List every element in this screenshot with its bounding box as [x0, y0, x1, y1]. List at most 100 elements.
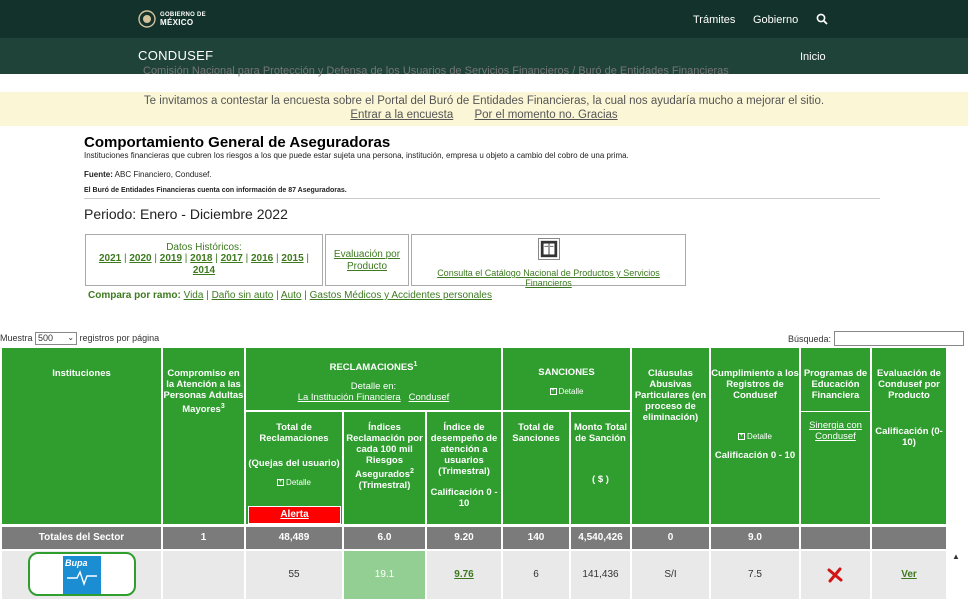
cell-evaluacion: Ver [872, 551, 946, 599]
th-monto-label: Monto Total de Sanción [573, 422, 628, 444]
th-reclamaciones-group: RECLAMACIONES1 Detalle en: La Institució… [246, 348, 501, 410]
footnote-ref: 1 [413, 361, 418, 368]
th-quejas-label: (Quejas del usuario) [248, 458, 340, 469]
year-link[interactable]: 2014 [193, 265, 215, 276]
th-indices[interactable]: Índices Reclamación por cada 100 mil Rie… [344, 412, 425, 524]
ramo-auto[interactable]: Auto [281, 290, 302, 301]
th-cumplimiento[interactable]: Cumplimiento a los Registros de Condusef… [711, 348, 799, 524]
fuente-value: ABC Financiero, Condusef. [114, 170, 212, 179]
gobierno-mexico-logo[interactable]: GOBIERNO DE MÉXICO [138, 10, 206, 28]
th-pesos-label: ( $ ) [592, 474, 609, 485]
sinergia-link[interactable]: Sinergia con Condusef [809, 420, 862, 442]
nav-inicio[interactable]: Inicio [800, 51, 826, 63]
cell-reclamaciones: 55 [246, 551, 342, 599]
page-description: Instituciones financieras que cubren los… [84, 151, 629, 160]
th-cumplimiento-label: Cumplimiento a los Registros de Condusef [711, 368, 799, 401]
th-evaluacion-label: Evaluación de Condusef por Producto [877, 368, 941, 401]
totals-programas [801, 527, 870, 549]
th-clausulas[interactable]: Cláusulas Abusivas Particulares (en proc… [632, 348, 709, 524]
th-evaluacion[interactable]: Evaluación de Condusef por Producto Cali… [872, 348, 946, 524]
page-title: Comportamiento General de Aseguradoras [84, 134, 391, 151]
link-institucion-financiera[interactable]: La Institución Financiera [298, 392, 401, 403]
link-condusef[interactable]: Condusef [409, 392, 450, 403]
compara-label: Compara por ramo: [88, 290, 181, 301]
cross-icon [827, 567, 843, 583]
chevron-down-icon: ⌄ [67, 333, 75, 342]
th-instituciones[interactable]: Instituciones [2, 348, 161, 524]
year-link[interactable]: 2020 [129, 253, 151, 264]
ramo-gastos-medicos[interactable]: Gastos Médicos y Accidentes personales [310, 290, 492, 301]
page-size-select[interactable]: 500 ⌄ [35, 332, 78, 345]
heartbeat-icon [67, 570, 97, 587]
page-size-control: Muestra 500 ⌄ registros por página [0, 332, 159, 345]
th-calificacion: Calificación 0 - 10 [430, 487, 498, 509]
th-trimestral: (Trimestral) [358, 480, 411, 492]
th-calificacion: Calificación 0 - 10 [714, 450, 796, 461]
th-instituciones-label: Instituciones [52, 368, 111, 379]
detalle-toggle[interactable]: + Detalle [503, 386, 630, 397]
detalle-toggle[interactable]: + Detalle [246, 477, 342, 488]
year-link[interactable]: 2015 [281, 253, 303, 264]
th-monto-sancion[interactable]: Monto Total de Sanción ( $ ) [571, 412, 630, 524]
nav-gobierno[interactable]: Gobierno [753, 14, 798, 26]
th-total-sanciones[interactable]: Total de Sanciones [503, 412, 569, 524]
th-compromiso-label: Compromiso en la Atención a las Personas… [163, 368, 244, 416]
gov-shield-icon [138, 10, 156, 28]
catalogo-box[interactable]: Consulta el Catálogo Nacional de Product… [411, 234, 686, 288]
year-link[interactable]: 2017 [221, 253, 243, 264]
divider [84, 198, 880, 199]
plus-icon: + [738, 433, 746, 441]
registros-label: registros por página [79, 332, 160, 343]
ramo-dano[interactable]: Daño sin auto [212, 290, 274, 301]
bupa-logo[interactable]: Bupa [63, 556, 101, 594]
cell-monto: 141,436 [571, 551, 630, 599]
busqueda-label: Búsqueda: [788, 334, 832, 344]
th-indice-desempeno[interactable]: Índice de desempeño de atención a usuari… [427, 412, 501, 524]
th-trimestral: (Trimestral) [438, 466, 490, 477]
th-programas[interactable]: Programas de Educación Financiera Sinerg… [801, 348, 870, 524]
cell-compromiso [163, 551, 244, 599]
th-programas-label: Programas de Educación Financiera [803, 368, 868, 401]
th-desempeno-label: Índice de desempeño de atención a usuari… [430, 422, 498, 466]
detalle-toggle[interactable]: + Detalle [711, 431, 799, 442]
year-link[interactable]: 2016 [251, 253, 273, 264]
totals-evaluacion [872, 527, 946, 549]
breadcrumb[interactable]: Comisión Nacional para Protección y Defe… [143, 65, 729, 77]
th-sanciones-group: SANCIONES + Detalle [503, 348, 630, 410]
th-total-sanciones-label: Total de Sanciones [512, 422, 560, 444]
footnote-ref: 2 [410, 468, 414, 475]
th-clausulas-label: Cláusulas Abusivas Particulares (en proc… [634, 368, 707, 423]
survey-enter-link[interactable]: Entrar a la encuesta [350, 109, 453, 121]
condusef-title[interactable]: CONDUSEF [138, 48, 213, 63]
ver-link[interactable]: Ver [901, 569, 917, 580]
nav-tramites[interactable]: Trámites [693, 14, 735, 26]
cell-sanciones: 6 [503, 551, 569, 599]
search-icon[interactable] [816, 13, 828, 25]
year-link[interactable]: 2021 [99, 253, 121, 264]
totals-desempeno: 9.20 [427, 527, 501, 549]
fuente: Fuente: ABC Financiero, Condusef. [84, 170, 212, 179]
fuente-label: Fuente: [84, 170, 113, 179]
search-input[interactable] [834, 331, 964, 346]
survey-decline-link[interactable]: Por el momento no. Gracias [474, 109, 617, 121]
year-link[interactable]: 2019 [160, 253, 182, 264]
totals-cumplimiento: 9.0 [711, 527, 799, 549]
ramo-vida[interactable]: Vida [184, 290, 204, 301]
th-total-recl-label: Total de Reclamaciones [259, 422, 329, 444]
evaluacion-producto-box[interactable]: Evaluación por Producto [325, 234, 409, 286]
th-detalle-en: Detalle en: [350, 381, 397, 393]
desempeno-link[interactable]: 9.76 [454, 569, 473, 580]
historicos-label: Datos Históricos: [166, 242, 242, 253]
evaluacion-producto-link[interactable]: Evaluación por Producto [326, 249, 408, 273]
historicos-years: 2021 | 2020 | 2019 | 2018 | 2017 | 2016 … [98, 253, 310, 276]
totals-reclamaciones: 48,489 [246, 527, 342, 549]
catalogo-link[interactable]: Consulta el Catálogo Nacional de Product… [412, 268, 685, 288]
year-link[interactable]: 2018 [190, 253, 212, 264]
cell-desempeno: 9.76 [427, 551, 501, 599]
alerta-button[interactable]: Alerta [248, 506, 341, 524]
book-icon [537, 238, 560, 260]
detalle-label: Detalle [558, 387, 584, 396]
th-compromiso[interactable]: Compromiso en la Atención a las Personas… [163, 348, 244, 524]
scroll-up-icon[interactable]: ▲ [952, 552, 960, 561]
historicos-box: Datos Históricos: 2021 | 2020 | 2019 | 2… [85, 234, 323, 286]
